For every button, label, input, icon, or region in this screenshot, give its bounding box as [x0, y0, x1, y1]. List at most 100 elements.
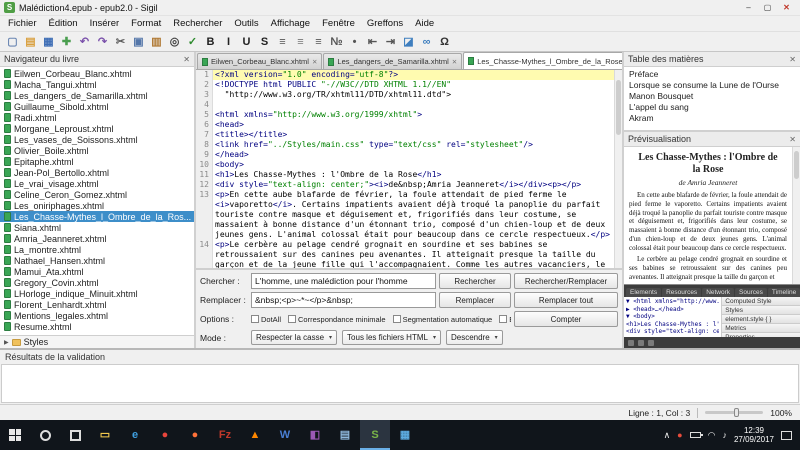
- wifi-icon[interactable]: ◠: [708, 431, 716, 440]
- panel-close-icon[interactable]: ✕: [183, 55, 190, 64]
- menu-item[interactable]: Fenêtre: [316, 17, 361, 30]
- code-line[interactable]: 8<link href="../Styles/main.css" type="t…: [196, 140, 614, 150]
- editor-scrollbar-thumb[interactable]: [616, 80, 621, 135]
- book-file-item[interactable]: Les_vases_de_Soissons.xhtml: [0, 134, 194, 145]
- dom-tree-line[interactable]: <div style="text-align: center;">…: [626, 328, 719, 336]
- book-file-item[interactable]: La_montre.xhtml: [0, 244, 194, 255]
- underline-icon[interactable]: U: [238, 33, 255, 50]
- book-file-item[interactable]: Le_vrai_visage.xhtml: [0, 178, 194, 189]
- menu-item[interactable]: Fichier: [2, 17, 43, 30]
- book-file-item[interactable]: Florent_Lenhardt.xhtml: [0, 299, 194, 310]
- code-line-content[interactable]: <head>: [213, 120, 614, 130]
- code-line-content[interactable]: <link href="../Styles/main.css" type="te…: [213, 140, 614, 150]
- code-line-content[interactable]: <!DOCTYPE html PUBLIC "-//W3C//DTD XHTML…: [213, 80, 614, 90]
- book-file-item[interactable]: Eilwen_Corbeau_Blanc.xhtml: [0, 68, 194, 79]
- inspector-dom-tree[interactable]: ▼ <html xmlns="http://www.w3.org/1999/xh…: [624, 297, 722, 337]
- zoom-slider[interactable]: [705, 411, 763, 414]
- code-line[interactable]: 11<h1>Les Chasse-Mythes : l'Ombre de la …: [196, 170, 614, 180]
- dom-tree-line[interactable]: ▼ <body>: [626, 313, 719, 321]
- italic-icon[interactable]: I: [220, 33, 237, 50]
- code-line[interactable]: 2<!DOCTYPE html PUBLIC "-//W3C//DTD XHTM…: [196, 80, 614, 90]
- replace-input[interactable]: [251, 292, 436, 308]
- toc-item[interactable]: Lorsque se consume la Lune de l'Ourse: [626, 79, 798, 90]
- undo-icon[interactable]: ↶: [76, 33, 93, 50]
- firefox-icon[interactable]: ●: [180, 420, 210, 450]
- book-file-item[interactable]: Les_dangers_de_Samarilla.xhtml: [0, 90, 194, 101]
- replace-button[interactable]: Remplacer: [439, 292, 511, 308]
- bullet-list-icon[interactable]: •: [346, 33, 363, 50]
- paste-icon[interactable]: ▥: [148, 33, 165, 50]
- code-line[interactable]: 10<body>: [196, 160, 614, 170]
- find-replace-icon[interactable]: ◎: [166, 33, 183, 50]
- code-line[interactable]: 9</head>: [196, 150, 614, 160]
- code-line[interactable]: 4: [196, 100, 614, 110]
- dom-tree-line[interactable]: <h1>Les Chasse-Mythes : l'Ombre…</h1>: [626, 321, 719, 329]
- book-file-item[interactable]: Nathael_Hansen.xhtml: [0, 255, 194, 266]
- menu-item[interactable]: Édition: [43, 17, 84, 30]
- code-line-content[interactable]: <html xmlns="http://www.w3.org/1999/xhtm…: [213, 110, 614, 120]
- bold-icon[interactable]: B: [202, 33, 219, 50]
- insert-special-character-icon[interactable]: Ω: [436, 33, 453, 50]
- book-file-item[interactable]: LHorloge_indique_Minuit.xhtml: [0, 288, 194, 299]
- code-line-content[interactable]: </head>: [213, 150, 614, 160]
- editor-scrollbar[interactable]: [614, 70, 622, 268]
- code-line[interactable]: 3 "http://www.w3.org/TR/xhtml11/DTD/xhtm…: [196, 90, 614, 100]
- book-file-item[interactable]: Amria_Jeanneret.xhtml: [0, 233, 194, 244]
- menu-item[interactable]: Outils: [228, 17, 264, 30]
- volume-icon[interactable]: ♪: [722, 431, 727, 440]
- code-line-content[interactable]: <div style="text-align: center;"><i>de&n…: [213, 180, 614, 190]
- count-button[interactable]: Compter: [514, 311, 618, 327]
- inspector-tab[interactable]: Elements: [626, 288, 661, 297]
- tab-close-icon[interactable]: ✕: [452, 58, 457, 66]
- code-line-content[interactable]: <p>En cette aube blafarde de février, la…: [213, 190, 614, 240]
- vlc-icon[interactable]: ▲: [240, 420, 270, 450]
- task-view-button[interactable]: [60, 420, 90, 450]
- checkbox-icon[interactable]: [393, 315, 401, 323]
- book-file-item[interactable]: Celine_Ceron_Gomez.xhtml: [0, 189, 194, 200]
- open-file-icon[interactable]: ▤: [22, 33, 39, 50]
- inspector-tab[interactable]: Network: [702, 288, 734, 297]
- toc-item[interactable]: Manon Bousquet: [626, 90, 798, 101]
- insert-link-icon[interactable]: ∞: [418, 33, 435, 50]
- paint-icon[interactable]: ◧: [300, 420, 330, 450]
- code-line[interactable]: 7<title></title>: [196, 130, 614, 140]
- new-file-icon[interactable]: ▢: [4, 33, 21, 50]
- code-line-content[interactable]: <h1>Les Chasse-Mythes : l'Ombre de la Ro…: [213, 170, 614, 180]
- code-line[interactable]: 13<p>En cette aube blafarde de février, …: [196, 190, 614, 240]
- insert-image-icon[interactable]: ◪: [400, 33, 417, 50]
- book-file-item[interactable]: Mamui_Ata.xhtml: [0, 266, 194, 277]
- inspector-pane-row[interactable]: Styles: [722, 306, 800, 315]
- action-center-icon[interactable]: [781, 431, 792, 440]
- inspect-element-icon[interactable]: [638, 340, 644, 346]
- code-line-content[interactable]: <body>: [213, 160, 614, 170]
- toc-item[interactable]: L'appel du sang: [626, 101, 798, 112]
- code-line[interactable]: 14<p>Le cerbère au pelage cendré grognai…: [196, 240, 614, 268]
- dom-tree-line[interactable]: ▶ <head>…</head>: [626, 306, 719, 314]
- code-view[interactable]: 1<?xml version="1.0" encoding="utf-8"?>2…: [196, 70, 614, 268]
- dock-toggle-icon[interactable]: [648, 340, 654, 346]
- search-replace-button[interactable]: Rechercher/Remplacer: [514, 273, 618, 289]
- find-option-checkbox[interactable]: Segmentation automatique: [393, 315, 493, 324]
- book-file-item[interactable]: Olivier_Boile.xhtml: [0, 145, 194, 156]
- book-file-item[interactable]: Les_oniriphages.xhtml: [0, 200, 194, 211]
- indent-decrease-icon[interactable]: ⇤: [364, 33, 381, 50]
- book-file-item[interactable]: Macha_Tangui.xhtml: [0, 79, 194, 90]
- close-button[interactable]: ✕: [777, 1, 796, 14]
- preview-scrollbar-thumb[interactable]: [794, 151, 799, 179]
- find-mode-select[interactable]: Descendre ▾: [446, 330, 503, 345]
- panel-close-icon[interactable]: ✕: [789, 55, 796, 64]
- inspector-pane-row[interactable]: Computed Style: [722, 297, 800, 306]
- start-button[interactable]: [0, 420, 30, 450]
- save-icon[interactable]: ▦: [40, 33, 57, 50]
- menu-item[interactable]: Aide: [409, 17, 440, 30]
- book-file-item[interactable]: Epitaphe.xhtml: [0, 156, 194, 167]
- code-line-content[interactable]: <?xml version="1.0" encoding="utf-8"?>: [213, 70, 614, 80]
- checkbox-icon[interactable]: [251, 315, 259, 323]
- book-file-item[interactable]: Radi.xhtml: [0, 112, 194, 123]
- sigil-icon[interactable]: S: [360, 420, 390, 450]
- menu-item[interactable]: Rechercher: [167, 17, 228, 30]
- find-input[interactable]: [251, 273, 436, 289]
- book-file-item[interactable]: Resume.xhtml: [0, 321, 194, 332]
- editor-tab[interactable]: Les_Chasse-Mythes_l_Ombre_de_la_Rose.xht…: [463, 52, 622, 70]
- checkbox-icon[interactable]: [499, 315, 507, 323]
